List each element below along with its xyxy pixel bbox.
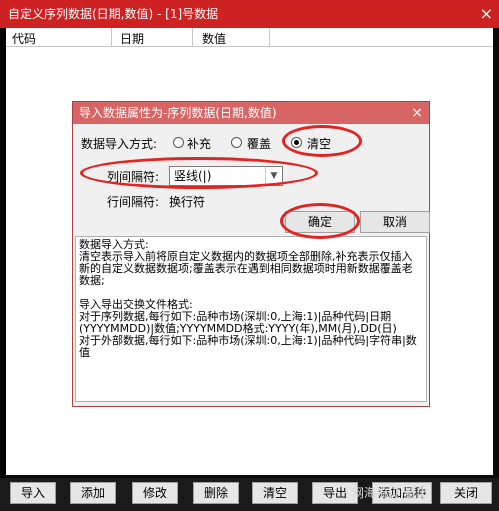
column-header: 代码 日期 数值 [6, 28, 493, 47]
column-value[interactable]: 数值 [202, 30, 226, 47]
radio-overwrite-label[interactable]: 覆盖 [247, 135, 271, 152]
highlight-ellipse-ok [280, 203, 360, 239]
dialog-title-bar: 导入数据属性为-序列数据(日期,数值) × [73, 102, 429, 124]
row-sep-value: 换行符 [169, 195, 206, 209]
add-button[interactable]: 添加 [70, 482, 116, 504]
info-line: 清空表示导入前将原自定义数据内的数据项全部删除,补充表示仅插入新的自定义数据数据… [79, 250, 413, 287]
radio-supplement-label[interactable]: 补充 [187, 135, 211, 152]
import-button[interactable]: 导入 [10, 482, 56, 504]
info-line: 对于外部数据,每行如下:品种市场(深圳:0,上海:1)|品种代码|字符串|数值 [79, 334, 417, 359]
radio-supplement[interactable] [173, 137, 184, 148]
column-divider[interactable] [192, 28, 193, 46]
highlight-ellipse-clear [282, 125, 362, 157]
import-mode-label: 数据导入方式: [81, 137, 158, 151]
import-dialog: 导入数据属性为-序列数据(日期,数值) × 数据导入方式: 补充 覆盖 清空 列… [72, 101, 430, 407]
modify-button[interactable]: 修改 [132, 482, 178, 504]
info-line: 对于序列数据,每行如下:品种市场(深圳:0,上海:1)|品种代码|日期(YYYY… [79, 310, 397, 335]
column-date[interactable]: 日期 [120, 30, 144, 47]
watermark: 网海拾贝 量化 [352, 486, 428, 500]
info-text-box: 数据导入方式: 清空表示导入前将原自定义数据内的数据项全部删除,补充表示仅插入新… [75, 236, 427, 402]
dialog-close-icon[interactable]: × [411, 102, 423, 124]
column-divider[interactable] [269, 28, 270, 46]
close-icon[interactable]: × [480, 0, 493, 28]
radio-overwrite[interactable] [231, 137, 242, 148]
clear-button[interactable]: 清空 [252, 482, 298, 504]
highlight-ellipse-separator [80, 157, 318, 189]
column-code[interactable]: 代码 [12, 30, 36, 47]
delete-button[interactable]: 删除 [193, 482, 239, 504]
row-sep-label: 行间隔符: [107, 195, 160, 209]
window-title: 自定义序列数据(日期,数值) - [1]号数据 [8, 7, 219, 21]
cancel-button[interactable]: 取消 [360, 211, 430, 233]
dialog-title: 导入数据属性为-序列数据(日期,数值) [79, 106, 277, 120]
column-divider[interactable] [111, 28, 112, 46]
window-title-bar: 自定义序列数据(日期,数值) - [1]号数据 × [0, 0, 499, 28]
